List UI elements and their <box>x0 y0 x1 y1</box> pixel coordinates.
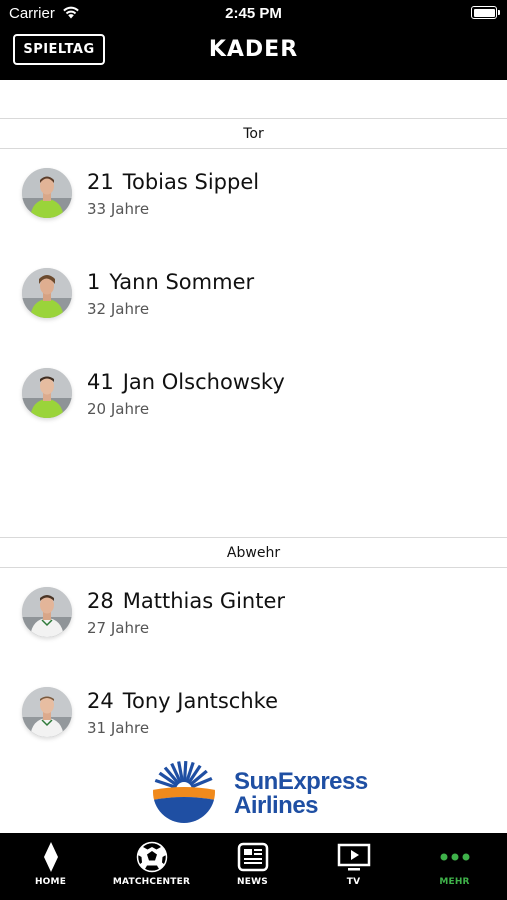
sponsor-banner[interactable]: SunExpress Airlines <box>150 758 368 826</box>
player-number: 24 <box>87 689 114 713</box>
sponsor-logo-icon <box>153 761 215 823</box>
newspaper-icon <box>237 842 268 872</box>
tab-label: MEHR <box>439 877 470 887</box>
player-name: 24 Tony Jantschke <box>87 689 278 713</box>
tab-news[interactable]: NEWS <box>202 833 303 900</box>
player-name: 21 Tobias Sippel <box>87 170 259 194</box>
player-row[interactable]: 1 Yann Sommer 32 Jahre <box>0 268 507 332</box>
player-number: 41 <box>87 370 114 394</box>
tab-label: MATCHCENTER <box>112 877 191 887</box>
player-age: 31 Jahre <box>87 719 150 737</box>
tab-mehr[interactable]: MEHR <box>404 833 505 900</box>
section-header-tor: Tor <box>0 118 507 149</box>
sponsor-name-line2: Airlines <box>234 792 319 819</box>
tab-label: TV <box>346 877 361 887</box>
player-row[interactable]: 24 Tony Jantschke 31 Jahre <box>0 687 507 751</box>
status-bar: Carrier 2:45 PM <box>0 0 507 28</box>
tab-home[interactable]: HOME <box>0 833 101 900</box>
player-number: 1 <box>87 270 101 294</box>
status-time: 2:45 PM <box>225 5 282 22</box>
player-age: 32 Jahre <box>87 300 150 318</box>
player-avatar <box>22 587 72 637</box>
player-fullname: Yann Sommer <box>109 270 255 294</box>
player-avatar <box>22 268 72 318</box>
player-fullname: Tony Jantschke <box>122 689 278 713</box>
player-avatar <box>22 168 72 218</box>
player-number: 21 <box>87 170 114 194</box>
tab-label: NEWS <box>237 877 268 887</box>
soccer-ball-icon <box>136 841 167 873</box>
player-age: 27 Jahre <box>87 619 150 637</box>
player-number: 28 <box>87 589 114 613</box>
player-row[interactable]: 21 Tobias Sippel 33 Jahre <box>0 168 507 232</box>
player-age: 33 Jahre <box>87 200 150 218</box>
tab-bar: HOME MATCHCENTER NEWS TV MEHR <box>0 833 507 900</box>
tab-tv[interactable]: TV <box>303 833 404 900</box>
player-avatar <box>22 368 72 418</box>
battery-icon <box>471 6 500 19</box>
tab-matchcenter[interactable]: MATCHCENTER <box>101 833 202 900</box>
diamond-icon <box>43 842 58 872</box>
more-dots-icon <box>440 853 469 861</box>
player-row[interactable]: 41 Jan Olschowsky 20 Jahre <box>0 368 507 432</box>
player-fullname: Matthias Ginter <box>122 589 286 613</box>
player-fullname: Tobias Sippel <box>122 170 260 194</box>
player-avatar <box>22 687 72 737</box>
section-header-abwehr: Abwehr <box>0 537 507 568</box>
player-age: 20 Jahre <box>87 400 150 418</box>
top-bar: Carrier 2:45 PM SPIELTAG KADER <box>0 0 507 80</box>
sponsor-name-line1: SunExpress <box>234 768 368 795</box>
player-row[interactable]: 28 Matthias Ginter 27 Jahre <box>0 587 507 651</box>
player-fullname: Jan Olschowsky <box>122 370 285 394</box>
tv-play-icon <box>337 843 370 871</box>
player-name: 41 Jan Olschowsky <box>87 370 285 394</box>
player-name: 28 Matthias Ginter <box>87 589 285 613</box>
page-title: KADER <box>208 37 299 62</box>
player-name: 1 Yann Sommer <box>87 270 254 294</box>
tab-label: HOME <box>34 877 67 887</box>
